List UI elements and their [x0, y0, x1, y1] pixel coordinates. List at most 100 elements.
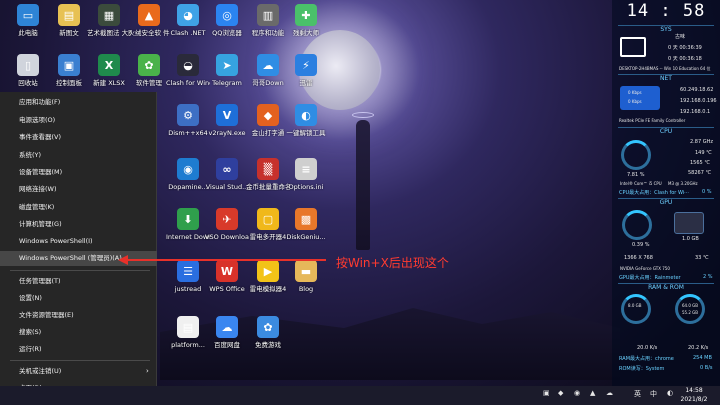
desktop-icon[interactable]: ∞ Visual Stud... — [205, 158, 249, 204]
desktop-icon[interactable]: ▦ 艺术截图法 大图.png — [87, 4, 131, 50]
tray-network-icon[interactable]: ◐ — [667, 389, 673, 397]
app-icon: ▢ — [257, 208, 279, 230]
menu-item-system[interactable]: 系统(Y) — [0, 148, 157, 163]
app-icon: ✿ — [138, 54, 160, 76]
desktop-icon[interactable]: W WPS Office — [207, 260, 247, 306]
ram-gauge — [621, 294, 651, 324]
desktop-icon-label: 新图文 — [59, 29, 79, 37]
desktop-icon[interactable]: ▥ 程序和功能 — [248, 4, 288, 50]
menu-item-shutdown[interactable]: 关机或注销(U) — [0, 364, 157, 379]
desktop-icon[interactable]: ◒ Clash for Windows... — [166, 54, 210, 100]
sys-time1: 0 天 00:36:39 — [668, 45, 702, 51]
cpu-gauge — [621, 140, 651, 170]
annotation-arrow — [126, 259, 326, 261]
desktop-icon-label: Telegram — [212, 79, 242, 87]
desktop-icon[interactable]: ➤ Telegram — [207, 54, 247, 100]
app-icon: ◕ — [177, 4, 199, 26]
app-icon: ▥ — [257, 4, 279, 26]
desktop-icon[interactable]: ⬇ Internet Downlo... — [166, 208, 210, 254]
desktop-icon-label: 艺术截图法 大图.png — [87, 29, 131, 37]
menu-item-disk[interactable]: 磁盘管理(K) — [0, 200, 157, 215]
app-icon: ✚ — [295, 4, 317, 26]
desktop-icon-label: Dopamine... — [168, 183, 208, 191]
cpu-section-title: CPU — [618, 127, 714, 136]
desktop-icon[interactable]: ▤ 新图文 — [49, 4, 89, 50]
tray-ime-chinese[interactable]: 中 — [650, 389, 657, 399]
desktop-icon[interactable]: ▩ DiskGeniu... — [286, 208, 326, 254]
gpu-load: 0.39 % — [632, 242, 650, 248]
desktop-icon-label: QQ浏览器 — [212, 29, 242, 37]
app-icon: ◎ — [216, 4, 238, 26]
desktop-icon-label: v2rayN.exe — [208, 129, 246, 137]
app-icon: W — [216, 260, 238, 282]
desktop-icon[interactable]: ≡ Options.ini — [286, 158, 326, 204]
desktop-icon[interactable]: ▲ 火绒安全软 件 — [128, 4, 170, 50]
desktop-icon[interactable]: ☁ 哥哥Down — [248, 54, 288, 100]
annotation-text: 按Win+X后出现这个 — [336, 256, 449, 270]
tray-app-icon[interactable]: ◆ — [558, 389, 563, 397]
menu-item-file-explorer[interactable]: 文件资源管理器(E) — [0, 308, 157, 323]
desktop-icon[interactable]: ☁ 百度网盘 — [207, 316, 247, 362]
net-ip1: 60.249.18.62 — [680, 87, 714, 93]
desktop-icon[interactable]: ▶ 雷电模拟器4 — [248, 260, 288, 306]
menu-item-task-manager[interactable]: 任务管理器(T) — [0, 274, 157, 289]
menu-item-power[interactable]: 电源选项(O) — [0, 113, 157, 128]
app-icon: ◉ — [177, 158, 199, 180]
desktop-icon[interactable]: ▒金币批量重命名软件 — [246, 158, 290, 204]
app-icon: ▤ — [58, 4, 80, 26]
app-icon: ▶ — [257, 260, 279, 282]
menu-item-settings[interactable]: 设置(N) — [0, 291, 157, 306]
menu-item-device-manager[interactable]: 设备管理器(M) — [0, 165, 157, 180]
menu-item-search[interactable]: 搜索(S) — [0, 325, 157, 340]
tray-app-icon[interactable]: ◉ — [574, 389, 580, 397]
desktop-icon[interactable]: ✚ 残剩大师 — [286, 4, 326, 50]
desktop-icon[interactable]: ◕ Clash .NET — [168, 4, 208, 50]
menu-item-event-viewer[interactable]: 事件查看器(V) — [0, 130, 157, 145]
figure-silhouette — [356, 120, 370, 250]
menu-separator — [10, 360, 150, 361]
tray-ime-icon[interactable]: 英 — [634, 389, 641, 399]
desktop-icon-label: Visual Stud... — [205, 183, 249, 191]
menu-item-network[interactable]: 网络连接(W) — [0, 182, 157, 197]
menu-item-computer-management[interactable]: 计算机管理(G) — [0, 217, 157, 232]
menu-item-apps[interactable]: 应用和功能(F) — [0, 95, 157, 110]
desktop-icon[interactable]: ▢ 雷电多开器4 — [248, 208, 288, 254]
rom-gauge — [675, 294, 705, 324]
menu-item-powershell[interactable]: Windows PowerShell(I) — [0, 234, 157, 249]
cpu-load: 7.81 % — [627, 172, 645, 178]
tray-app-icon[interactable]: ☁ — [606, 389, 613, 397]
desktop-icon-label: 火绒安全软 件 — [128, 29, 170, 37]
desktop-icon-label: 软件管理 — [136, 79, 162, 87]
desktop-icon[interactable]: ✿ 免费游戏 — [248, 316, 288, 362]
desktop-icon-label: 回收站 — [18, 79, 38, 87]
menu-item-run[interactable]: 运行(R) — [0, 342, 157, 357]
desktop-icon[interactable]: ◆ 金山打字通 — [248, 104, 288, 150]
taskbar-clock[interactable]: 14:58 2021/8/2 — [676, 386, 712, 404]
desktop-icon[interactable]: Vv2rayN.exe — [207, 104, 247, 150]
desktop-icon-label: VSO Download... — [205, 233, 249, 241]
desktop-icon-label: platform... — [171, 341, 205, 349]
arrow-head-icon — [118, 255, 128, 265]
app-icon: ⬇ — [177, 208, 199, 230]
desktop-icon[interactable]: ◉ Dopamine... — [168, 158, 208, 204]
desktop-icon[interactable]: ⚙ Dism++x64 — [168, 104, 208, 150]
monitor-icon — [620, 37, 646, 57]
desktop-icon[interactable]: ▬ Blog — [286, 260, 326, 306]
app-icon: ▭ — [17, 4, 39, 26]
tray-app-icon[interactable]: ▣ — [543, 389, 550, 397]
desktop-icon[interactable]: ▭ 此电脑 — [8, 4, 48, 50]
desktop-icon[interactable]: ☰ justread — [168, 260, 208, 306]
desktop-icon[interactable]: ▤ platform... — [168, 316, 208, 362]
desktop-icon-label: 新建 XLSX — [93, 79, 125, 87]
desktop-icon[interactable]: ⚡ 迅雷 — [286, 54, 326, 100]
desktop-icon[interactable]: ◎ QQ浏览器 — [207, 4, 247, 50]
winx-menu: 应用和功能(F) 电源选项(O) 事件查看器(V) 系统(Y) 设备管理器(M)… — [0, 92, 157, 392]
app-icon: ☰ — [177, 260, 199, 282]
app-icon: ▣ — [58, 54, 80, 76]
gpu-temperature: 33 ℃ — [695, 255, 709, 261]
rom-used: 55.2 GB — [682, 310, 699, 315]
desktop-icon[interactable]: ✈ VSO Download... — [205, 208, 249, 254]
app-icon: ➤ — [216, 54, 238, 76]
desktop-icon[interactable]: ◐ 一键解锁工具 — [286, 104, 326, 150]
tray-app-icon[interactable]: ▲ — [590, 389, 595, 397]
